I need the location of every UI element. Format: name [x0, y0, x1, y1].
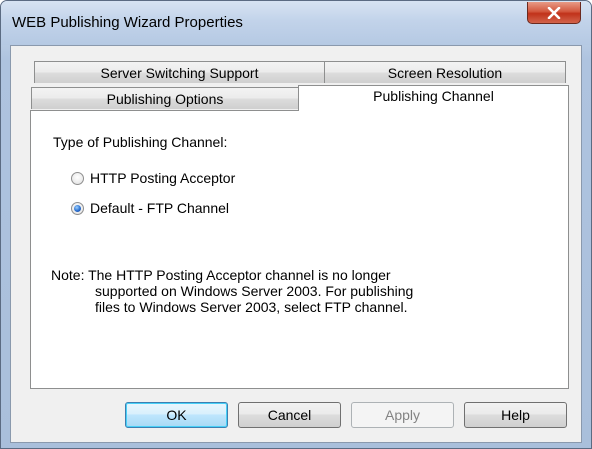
close-icon — [547, 6, 561, 19]
tab-label: Screen Resolution — [387, 64, 503, 81]
tab-label: Publishing Options — [106, 90, 224, 107]
help-button[interactable]: Help — [464, 402, 567, 428]
apply-button-label: Apply — [384, 407, 421, 423]
cancel-button-label: Cancel — [267, 407, 312, 423]
radio-label: HTTP Posting Acceptor — [90, 170, 236, 186]
radio-http-posting-acceptor[interactable]: HTTP Posting Acceptor — [71, 170, 235, 186]
tab-panel-publishing-channel: Type of Publishing Channel: HTTP Posting… — [30, 110, 569, 389]
note-line-1: Note: The HTTP Posting Acceptor channel … — [51, 267, 391, 283]
radio-button-unchecked[interactable] — [71, 171, 84, 185]
tab-label: Publishing Channel — [373, 87, 494, 104]
radio-label: Default - FTP Channel — [90, 200, 230, 216]
help-button-label: Help — [501, 407, 530, 423]
ok-button[interactable]: OK — [125, 402, 228, 428]
radio-default-ftp-channel[interactable]: Default - FTP Channel — [71, 200, 229, 216]
window-title: WEB Publishing Wizard Properties — [12, 14, 243, 31]
tab-screen-resolution[interactable]: Screen Resolution — [324, 61, 566, 83]
tab-publishing-channel[interactable]: Publishing Channel — [298, 85, 569, 111]
close-button[interactable] — [527, 2, 581, 24]
tab-label: Server Switching Support — [100, 64, 259, 81]
channel-type-heading: Type of Publishing Channel: — [53, 134, 228, 150]
dialog-window: WEB Publishing Wizard Properties Server … — [0, 0, 592, 449]
tab-server-switching-support[interactable]: Server Switching Support — [34, 61, 325, 83]
title-bar[interactable]: WEB Publishing Wizard Properties — [1, 1, 591, 45]
note-text: Note: The HTTP Posting Acceptor channel … — [51, 267, 413, 315]
apply-button[interactable]: Apply — [351, 402, 454, 428]
cancel-button[interactable]: Cancel — [238, 402, 341, 428]
radio-button-checked[interactable] — [71, 201, 84, 215]
ok-button-label: OK — [166, 407, 187, 423]
note-line-3: files to Windows Server 2003, select FTP… — [95, 299, 408, 315]
tab-publishing-options[interactable]: Publishing Options — [31, 87, 299, 109]
note-line-2: supported on Windows Server 2003. For pu… — [95, 283, 414, 299]
